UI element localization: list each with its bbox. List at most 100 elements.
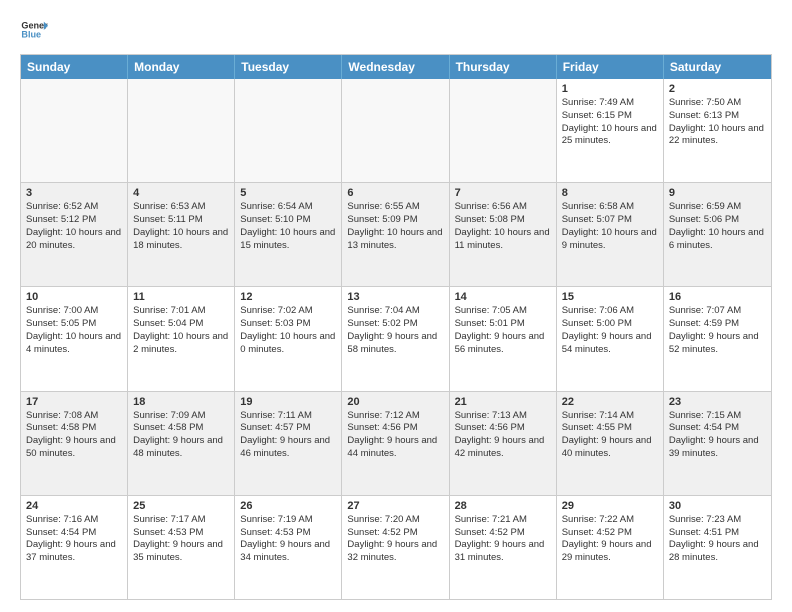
calendar-cell-w0d5: 1 Sunrise: 7:49 AM Sunset: 6:15 PM Daylig… bbox=[557, 79, 664, 182]
cell-text: Sunrise: 7:01 AM Sunset: 5:04 PM Dayligh… bbox=[133, 305, 229, 356]
cell-text: Sunrise: 7:05 AM Sunset: 5:01 PM Dayligh… bbox=[455, 305, 551, 356]
cell-text: Sunrise: 6:56 AM Sunset: 5:08 PM Dayligh… bbox=[455, 201, 551, 252]
day-number: 29 bbox=[562, 500, 658, 512]
cell-text: Sunrise: 7:09 AM Sunset: 4:58 PM Dayligh… bbox=[133, 410, 229, 461]
calendar-cell-w4d3: 27Sunrise: 7:20 AM Sunset: 4:52 PM Dayli… bbox=[342, 496, 449, 599]
logo: General Blue bbox=[20, 16, 52, 44]
calendar-cell-w2d5: 15 Sunrise: 7:06 AM Sunset: 5:00 PM Dayli… bbox=[557, 287, 664, 390]
cell-text: Sunrise: 6:53 AM Sunset: 5:11 PM Dayligh… bbox=[133, 201, 229, 252]
calendar-cell-w2d0: 10 Sunrise: 7:00 AM Sunset: 5:05 PM Dayli… bbox=[21, 287, 128, 390]
day-number: 23 bbox=[669, 396, 766, 408]
day-header-thursday: Thursday bbox=[450, 55, 557, 79]
cell-text: Sunrise: 6:59 AM Sunset: 5:06 PM Dayligh… bbox=[669, 201, 766, 252]
calendar-cell-w3d3: 20 Sunrise: 7:12 AM Sunset: 4:56 PM Dayli… bbox=[342, 392, 449, 495]
cell-text: Sunrise: 7:16 AM Sunset: 4:54 PM Dayligh… bbox=[26, 514, 122, 565]
calendar-cell-w4d1: 25Sunrise: 7:17 AM Sunset: 4:53 PM Dayli… bbox=[128, 496, 235, 599]
cell-text: Sunrise: 6:55 AM Sunset: 5:09 PM Dayligh… bbox=[347, 201, 443, 252]
calendar-cell-w1d6: 9Sunrise: 6:59 AM Sunset: 5:06 PM Daylig… bbox=[664, 183, 771, 286]
page: General Blue SundayMondayTuesdayWednesda… bbox=[0, 0, 792, 612]
day-number: 28 bbox=[455, 500, 551, 512]
cell-text: Sunrise: 7:12 AM Sunset: 4:56 PM Dayligh… bbox=[347, 410, 443, 461]
calendar-cell-w1d0: 3 Sunrise: 6:52 AM Sunset: 5:12 PM Daylig… bbox=[21, 183, 128, 286]
calendar-cell-w4d5: 29 Sunrise: 7:22 AM Sunset: 4:52 PM Dayli… bbox=[557, 496, 664, 599]
day-number: 1 bbox=[562, 83, 658, 95]
cell-text: Sunrise: 7:04 AM Sunset: 5:02 PM Dayligh… bbox=[347, 305, 443, 356]
calendar-cell-w1d5: 8 Sunrise: 6:58 AM Sunset: 5:07 PM Daylig… bbox=[557, 183, 664, 286]
day-number: 27 bbox=[347, 500, 443, 512]
calendar-cell-w2d3: 13 Sunrise: 7:04 AM Sunset: 5:02 PM Dayli… bbox=[342, 287, 449, 390]
cell-text: Sunrise: 7:19 AM Sunset: 4:53 PM Dayligh… bbox=[240, 514, 336, 565]
day-number: 10 bbox=[26, 291, 122, 303]
calendar-cell-w0d6: 2 Sunrise: 7:50 AM Sunset: 6:13 PM Daylig… bbox=[664, 79, 771, 182]
calendar-cell-w2d1: 11 Sunrise: 7:01 AM Sunset: 5:04 PM Dayli… bbox=[128, 287, 235, 390]
cell-text: Sunrise: 7:50 AM Sunset: 6:13 PM Dayligh… bbox=[669, 97, 766, 148]
cell-text: Sunrise: 7:21 AM Sunset: 4:52 PM Dayligh… bbox=[455, 514, 551, 565]
day-header-tuesday: Tuesday bbox=[235, 55, 342, 79]
cell-text: Sunrise: 7:08 AM Sunset: 4:58 PM Dayligh… bbox=[26, 410, 122, 461]
cell-text: Sunrise: 6:58 AM Sunset: 5:07 PM Dayligh… bbox=[562, 201, 658, 252]
day-number: 6 bbox=[347, 187, 443, 199]
day-number: 13 bbox=[347, 291, 443, 303]
calendar-cell-w2d6: 16Sunrise: 7:07 AM Sunset: 4:59 PM Dayli… bbox=[664, 287, 771, 390]
calendar-cell-w2d4: 14 Sunrise: 7:05 AM Sunset: 5:01 PM Dayli… bbox=[450, 287, 557, 390]
calendar-cell-w0d4 bbox=[450, 79, 557, 182]
calendar-cell-w0d1 bbox=[128, 79, 235, 182]
day-header-wednesday: Wednesday bbox=[342, 55, 449, 79]
cell-text: Sunrise: 7:49 AM Sunset: 6:15 PM Dayligh… bbox=[562, 97, 658, 148]
cell-text: Sunrise: 7:14 AM Sunset: 4:55 PM Dayligh… bbox=[562, 410, 658, 461]
week-row-4: 24 Sunrise: 7:16 AM Sunset: 4:54 PM Dayli… bbox=[21, 495, 771, 599]
day-number: 22 bbox=[562, 396, 658, 408]
day-number: 14 bbox=[455, 291, 551, 303]
calendar-cell-w3d1: 18 Sunrise: 7:09 AM Sunset: 4:58 PM Dayli… bbox=[128, 392, 235, 495]
week-row-1: 3 Sunrise: 6:52 AM Sunset: 5:12 PM Daylig… bbox=[21, 182, 771, 286]
logo-icon: General Blue bbox=[20, 16, 48, 44]
cell-text: Sunrise: 7:06 AM Sunset: 5:00 PM Dayligh… bbox=[562, 305, 658, 356]
cell-text: Sunrise: 7:02 AM Sunset: 5:03 PM Dayligh… bbox=[240, 305, 336, 356]
cell-text: Sunrise: 7:00 AM Sunset: 5:05 PM Dayligh… bbox=[26, 305, 122, 356]
day-number: 12 bbox=[240, 291, 336, 303]
day-number: 21 bbox=[455, 396, 551, 408]
day-number: 5 bbox=[240, 187, 336, 199]
cell-text: Sunrise: 7:22 AM Sunset: 4:52 PM Dayligh… bbox=[562, 514, 658, 565]
calendar-cell-w1d2: 5Sunrise: 6:54 AM Sunset: 5:10 PM Daylig… bbox=[235, 183, 342, 286]
day-header-monday: Monday bbox=[128, 55, 235, 79]
day-number: 8 bbox=[562, 187, 658, 199]
day-number: 16 bbox=[669, 291, 766, 303]
calendar-cell-w4d2: 26 Sunrise: 7:19 AM Sunset: 4:53 PM Dayli… bbox=[235, 496, 342, 599]
day-number: 26 bbox=[240, 500, 336, 512]
calendar-cell-w2d2: 12 Sunrise: 7:02 AM Sunset: 5:03 PM Dayli… bbox=[235, 287, 342, 390]
calendar-cell-w0d0 bbox=[21, 79, 128, 182]
day-number: 20 bbox=[347, 396, 443, 408]
cell-text: Sunrise: 7:15 AM Sunset: 4:54 PM Dayligh… bbox=[669, 410, 766, 461]
day-number: 11 bbox=[133, 291, 229, 303]
cell-text: Sunrise: 7:23 AM Sunset: 4:51 PM Dayligh… bbox=[669, 514, 766, 565]
calendar-cell-w3d4: 21Sunrise: 7:13 AM Sunset: 4:56 PM Dayli… bbox=[450, 392, 557, 495]
day-number: 2 bbox=[669, 83, 766, 95]
calendar-cell-w4d4: 28 Sunrise: 7:21 AM Sunset: 4:52 PM Dayli… bbox=[450, 496, 557, 599]
calendar-cell-w3d6: 23 Sunrise: 7:15 AM Sunset: 4:54 PM Dayli… bbox=[664, 392, 771, 495]
calendar: SundayMondayTuesdayWednesdayThursdayFrid… bbox=[20, 54, 772, 600]
day-number: 18 bbox=[133, 396, 229, 408]
calendar-cell-w3d5: 22 Sunrise: 7:14 AM Sunset: 4:55 PM Dayli… bbox=[557, 392, 664, 495]
calendar-cell-w1d3: 6 Sunrise: 6:55 AM Sunset: 5:09 PM Daylig… bbox=[342, 183, 449, 286]
day-number: 17 bbox=[26, 396, 122, 408]
calendar-cell-w4d6: 30 Sunrise: 7:23 AM Sunset: 4:51 PM Dayli… bbox=[664, 496, 771, 599]
calendar-header: SundayMondayTuesdayWednesdayThursdayFrid… bbox=[21, 55, 771, 79]
cell-text: Sunrise: 6:52 AM Sunset: 5:12 PM Dayligh… bbox=[26, 201, 122, 252]
day-number: 30 bbox=[669, 500, 766, 512]
calendar-body: 1 Sunrise: 7:49 AM Sunset: 6:15 PM Daylig… bbox=[21, 79, 771, 599]
header: General Blue bbox=[20, 16, 772, 44]
day-number: 3 bbox=[26, 187, 122, 199]
day-number: 7 bbox=[455, 187, 551, 199]
calendar-cell-w3d0: 17 Sunrise: 7:08 AM Sunset: 4:58 PM Dayli… bbox=[21, 392, 128, 495]
day-number: 24 bbox=[26, 500, 122, 512]
svg-text:Blue: Blue bbox=[21, 30, 41, 40]
day-number: 15 bbox=[562, 291, 658, 303]
cell-text: Sunrise: 7:11 AM Sunset: 4:57 PM Dayligh… bbox=[240, 410, 336, 461]
calendar-cell-w1d4: 7 Sunrise: 6:56 AM Sunset: 5:08 PM Daylig… bbox=[450, 183, 557, 286]
week-row-2: 10 Sunrise: 7:00 AM Sunset: 5:05 PM Dayli… bbox=[21, 286, 771, 390]
calendar-cell-w3d2: 19Sunrise: 7:11 AM Sunset: 4:57 PM Dayli… bbox=[235, 392, 342, 495]
calendar-cell-w0d2 bbox=[235, 79, 342, 182]
day-header-sunday: Sunday bbox=[21, 55, 128, 79]
cell-text: Sunrise: 7:17 AM Sunset: 4:53 PM Dayligh… bbox=[133, 514, 229, 565]
